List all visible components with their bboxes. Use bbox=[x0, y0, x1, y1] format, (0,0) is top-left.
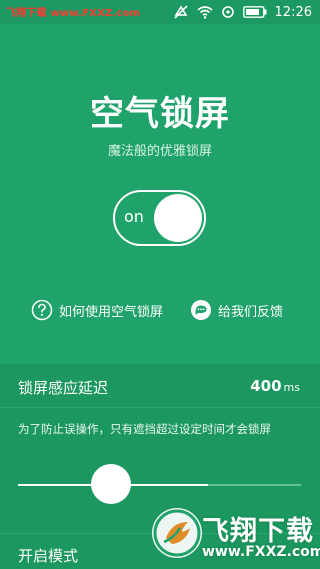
lock-delay-number: 400 bbox=[250, 377, 282, 395]
question-icon bbox=[31, 299, 53, 321]
status-icons: 12:26 bbox=[173, 3, 312, 21]
feedback-link[interactable]: 给我们反馈 bbox=[190, 298, 283, 322]
toggle-knob bbox=[154, 194, 202, 242]
status-bar: 飞翔下载 www.FXXZ.com 12:26 bbox=[0, 0, 320, 24]
battery-icon bbox=[242, 6, 267, 18]
air-lock-screen-page: 飞翔下载 www.FXXZ.com 12:26 空气锁屏 魔法般的优雅锁屏 on… bbox=[0, 0, 320, 569]
lock-delay-description: 为了防止误操作，只有遮挡超过设定时间才会锁屏 bbox=[18, 422, 271, 436]
sync-icon bbox=[221, 5, 235, 19]
help-link-label: 如何使用空气锁屏 bbox=[59, 304, 164, 320]
toggle-label: on bbox=[124, 207, 144, 226]
watermark-title: 飞翔下载 bbox=[202, 516, 314, 547]
lock-delay-slider[interactable] bbox=[18, 484, 301, 486]
lock-delay-unit: ms bbox=[283, 381, 300, 394]
divider bbox=[0, 407, 320, 408]
feedback-link-label: 给我们反馈 bbox=[218, 304, 284, 320]
wifi-icon bbox=[197, 5, 213, 19]
help-link[interactable]: 如何使用空气锁屏 bbox=[31, 298, 163, 322]
lock-delay-value: 400 ms bbox=[250, 377, 300, 395]
lock-delay-title: 锁屏感应延迟 bbox=[18, 379, 109, 397]
app-title: 空气锁屏 bbox=[90, 94, 230, 134]
download-watermark: 飞翔下载 www.FXXZ.com bbox=[152, 506, 320, 569]
clock: 12:26 bbox=[274, 4, 312, 20]
app-subtitle: 魔法般的优雅锁屏 bbox=[107, 144, 212, 159]
do-not-disturb-icon bbox=[173, 4, 189, 20]
open-mode-title[interactable]: 开启模式 bbox=[18, 545, 78, 566]
watermark-logo bbox=[152, 508, 202, 558]
lock-screen-toggle[interactable]: on bbox=[113, 190, 206, 246]
chat-bubble-icon bbox=[190, 299, 212, 321]
status-watermark: 飞翔下载 www.FXXZ.com bbox=[6, 8, 141, 19]
watermark-domain: www.FXXZ.com bbox=[202, 544, 320, 560]
